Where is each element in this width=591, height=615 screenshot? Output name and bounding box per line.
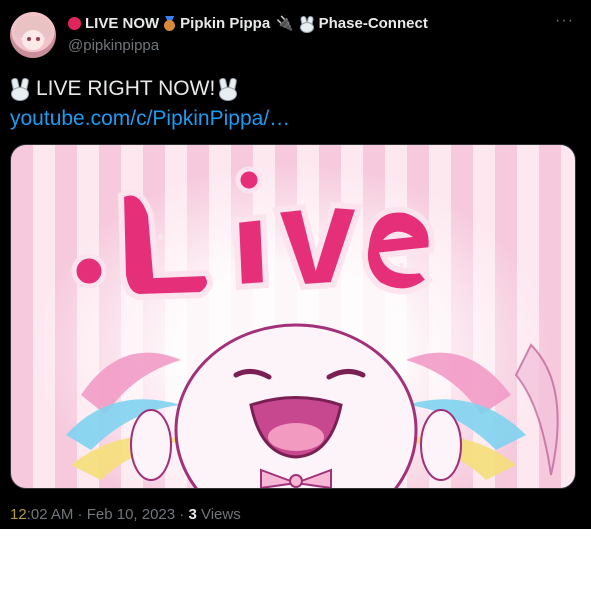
more-options-icon[interactable]: ··· <box>555 12 574 30</box>
views-count: 3 <box>188 506 197 523</box>
tweet-media-image[interactable] <box>10 144 576 489</box>
avatar-face <box>22 30 44 50</box>
views-label: Views <box>196 506 241 523</box>
tweet-card: LIVE NOW Pipkin Pippa 🔌 Phase-Connect @p… <box>0 0 591 529</box>
rabbit-icon <box>10 77 30 101</box>
medal-icon <box>163 16 176 31</box>
timestamp-highlight: 12 <box>10 506 27 523</box>
rabbit-icon <box>299 14 314 33</box>
avatar-eye <box>36 37 40 41</box>
axolotl-live-illustration-icon <box>66 166 559 488</box>
timestamp-rest: :02 AM · Feb 10, 2023 · <box>26 506 189 523</box>
plug-icon: 🔌 <box>276 15 294 31</box>
display-name-part-1: LIVE NOW <box>85 15 160 32</box>
red-circle-icon <box>68 17 81 30</box>
display-name-part-2: Pipkin Pippa <box>180 15 271 32</box>
tweet-timestamp[interactable]: 12:02 AM · Feb 10, 2023 · 3 Views <box>10 506 241 523</box>
tweet-text: LIVE RIGHT NOW! <box>10 77 238 101</box>
display-name-part-3: Phase-Connect <box>318 15 428 32</box>
avatar[interactable] <box>10 12 56 58</box>
tweet-link[interactable]: youtube.com/c/PipkinPippa/… <box>10 107 290 131</box>
display-name[interactable]: LIVE NOW Pipkin Pippa 🔌 Phase-Connect <box>68 14 428 33</box>
user-handle[interactable]: @pipkinpippa <box>68 37 159 54</box>
tweet-text-content: LIVE RIGHT NOW! <box>36 77 216 100</box>
rabbit-icon <box>218 77 238 101</box>
avatar-eye <box>27 37 31 41</box>
